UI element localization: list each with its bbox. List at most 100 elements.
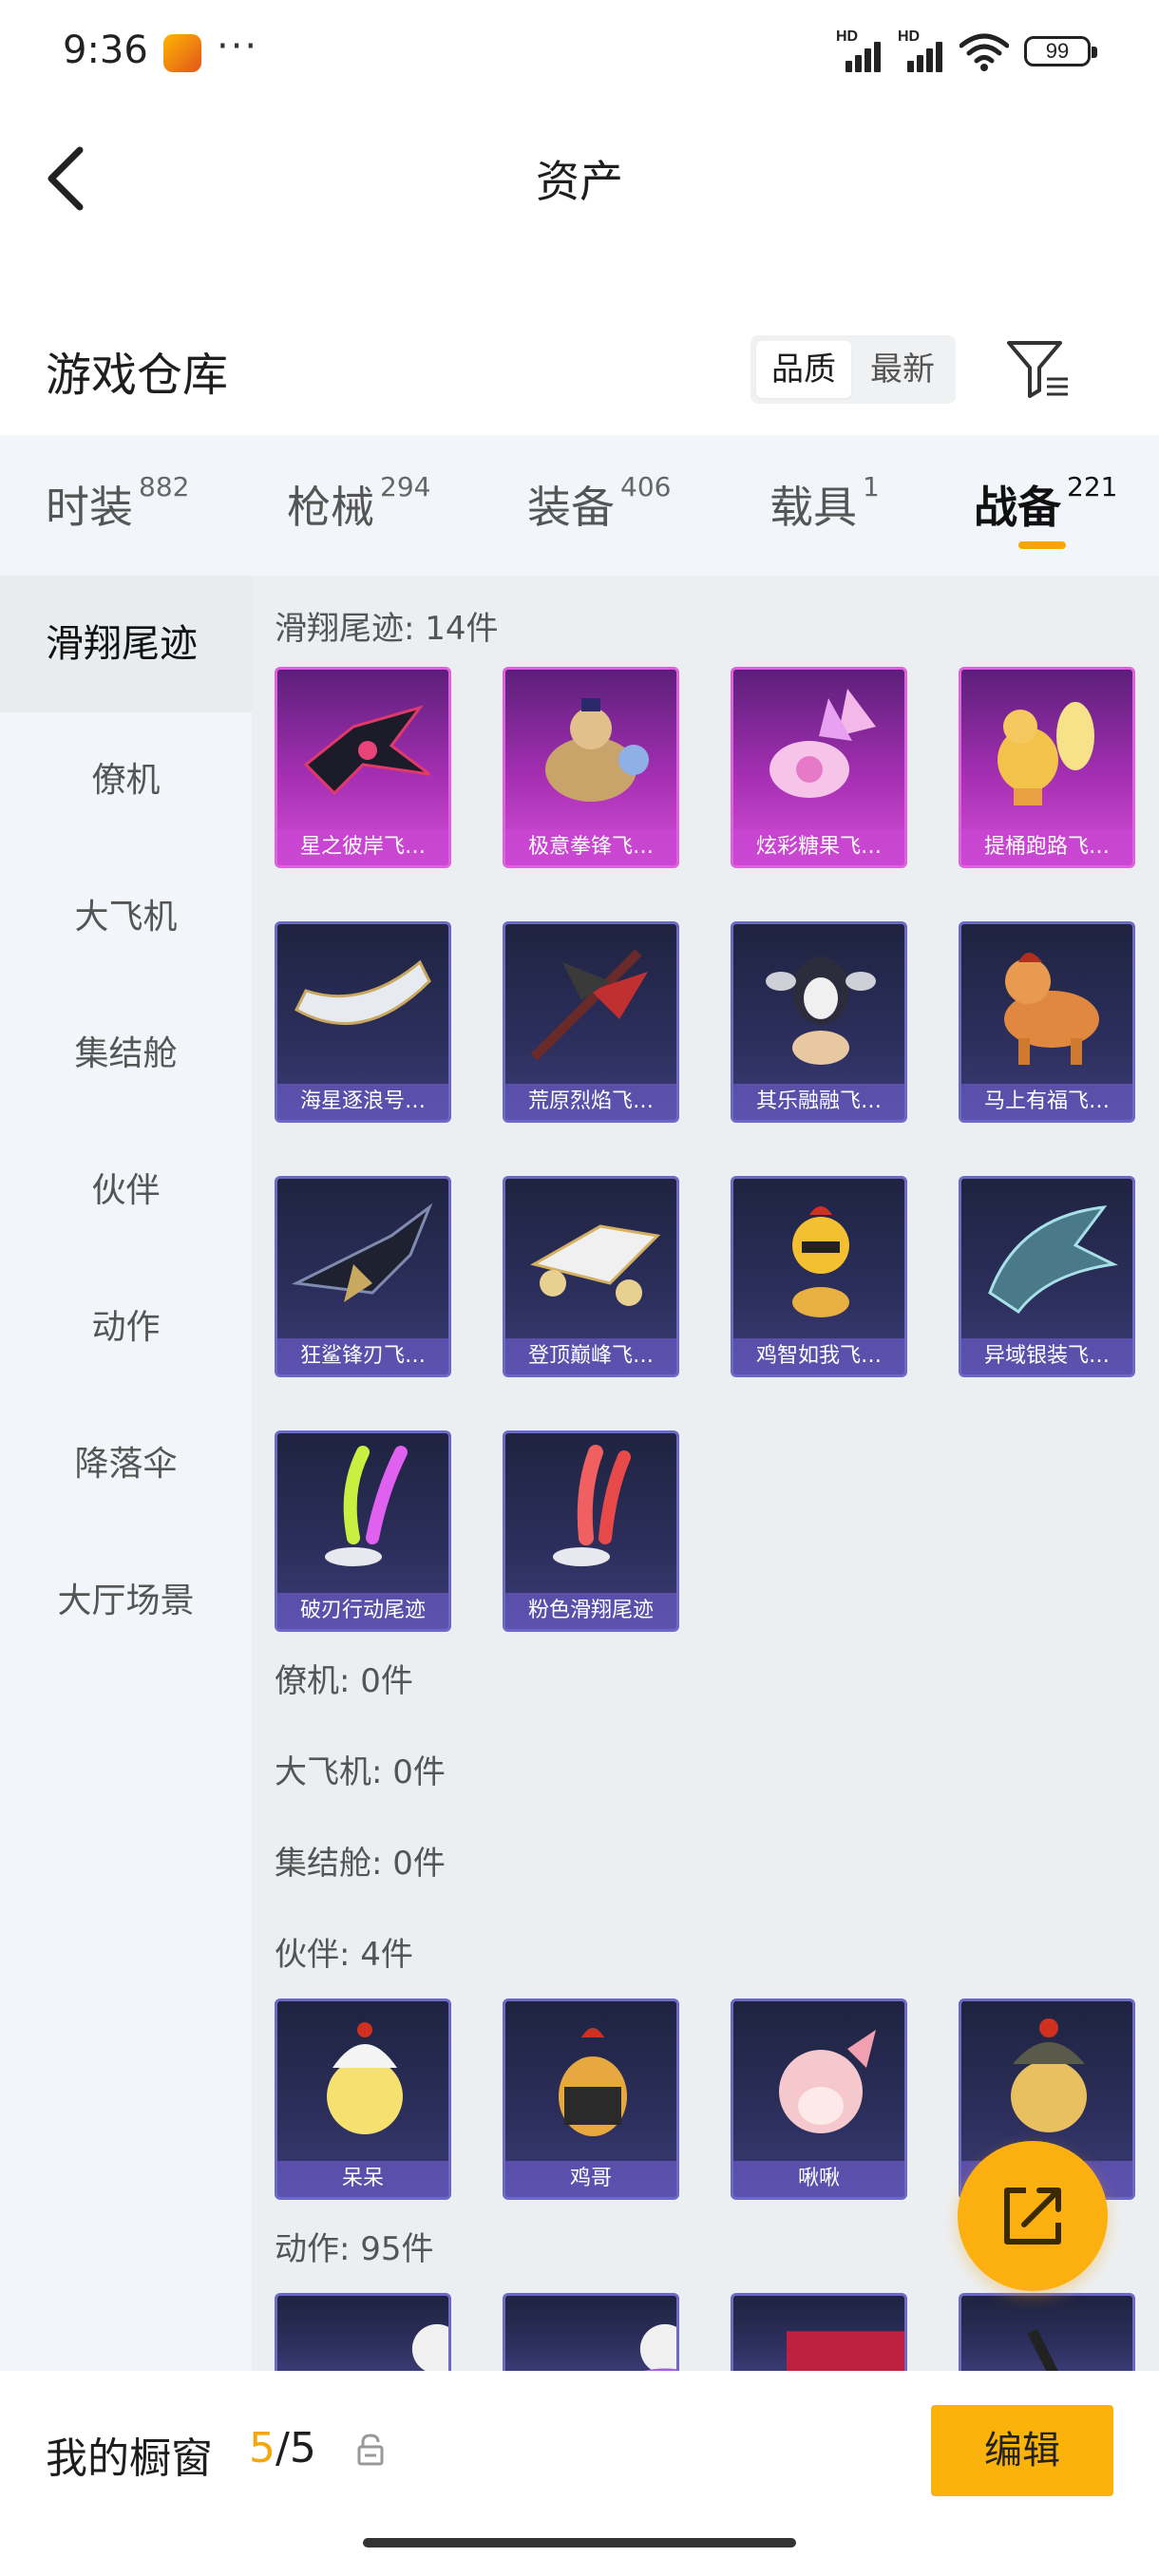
item-card[interactable]: 异域银装飞… [959,1176,1135,1377]
group-title-partner: 伙伴: 4件 [275,1936,413,1974]
item-card[interactable]: 其乐融融飞… [731,921,907,1123]
lock-icon [357,2434,384,2466]
item-card[interactable] [275,2293,451,2371]
home-indicator[interactable] [363,2538,796,2548]
glide-trail-thumbnail [325,1446,408,1566]
tab-vehicles[interactable]: 载具 1 [770,471,880,540]
sidebar-item-glide-trail[interactable]: 滑翔尾迹 [0,576,252,712]
item-card[interactable]: 粉色滑翔尾迹 [503,1430,679,1632]
sidebar-item-assembly-pod[interactable]: 集结舱 [0,986,252,1123]
signal-icon-1: HD [836,28,885,72]
partner-thumbnail [1011,2018,1087,2132]
item-card[interactable] [503,2293,679,2371]
group-title-big-plane: 大飞机: 0件 [275,1753,446,1791]
item-name: 马上有福飞… [961,1084,1132,1120]
tab-count: 406 [620,471,672,502]
glide-trail-thumbnail [530,1224,661,1306]
item-name: 呆呆 [277,2161,448,2197]
group-title-glide-trail: 滑翔尾迹: 14件 [275,610,499,648]
item-name: 其乐融融飞… [733,1084,904,1120]
tab-count: 1 [863,471,880,502]
status-bar: 9:36 ··· HD HD 99 [0,0,1159,104]
tab-label: 战备 [974,482,1061,533]
item-card[interactable]: 炫彩糖果飞… [731,667,907,868]
partner-thumbnail [327,2022,403,2134]
sidebar-item-parachute[interactable]: 降落伞 [0,1396,252,1533]
item-name: 狂鲨锋刃飞… [277,1338,448,1374]
glide-trail-thumbnail [766,957,876,1065]
item-card[interactable] [731,2293,907,2371]
item-name: 鸡智如我飞… [733,1338,904,1374]
page-title: 资产 [536,156,623,207]
tab-count: 221 [1067,471,1118,502]
app-notification-icon [163,34,201,72]
action-thumbnail [639,2323,676,2371]
filter-button[interactable] [1005,337,1072,400]
item-card[interactable]: 星之彼岸飞… [275,667,451,868]
sort-toggle: 品质 最新 [750,335,956,404]
showcase-count: 5/5 [249,2424,316,2472]
battery-icon: 99 [1024,36,1097,66]
item-card[interactable]: 登顶巅峰飞… [503,1176,679,1377]
item-card[interactable]: 破刃行动尾迹 [275,1430,451,1632]
item-card[interactable]: 呆呆 [275,1998,451,2200]
sort-by-quality[interactable]: 品质 [756,341,851,398]
glide-trail-thumbnail [792,1206,849,1317]
item-name: 鸡哥 [505,2161,676,2197]
sidebar-item-partner[interactable]: 伙伴 [0,1123,252,1260]
item-card[interactable] [959,2293,1135,2371]
item-name: 破刃行动尾迹 [277,1593,448,1629]
signal-icon-2: HD [898,28,947,72]
more-notifications-icon: ··· [217,25,259,68]
sort-by-newest[interactable]: 最新 [855,341,950,398]
partner-thumbnail [559,2028,627,2136]
glide-trail-thumbnail [770,689,876,798]
sidebar-item-action[interactable]: 动作 [0,1260,252,1396]
sidebar-item-lobby-scene[interactable]: 大厅场景 [0,1533,252,1670]
action-thumbnail [786,2331,904,2371]
glide-trail-thumbnail [545,698,649,802]
share-button[interactable] [958,2141,1108,2291]
item-card[interactable]: 啾啾 [731,1998,907,2200]
category-tabs: 时装 882 枪械 294 装备 406 载具 1 战备 221 [0,435,1159,576]
item-grid-area[interactable]: 滑翔尾迹: 14件 星之彼岸飞… 极意拳锋飞… 炫彩糖果飞… 提桶跑路飞… 海星… [252,576,1159,2371]
sidebar-item-big-plane[interactable]: 大飞机 [0,849,252,986]
group-title-assembly-pod: 集结舱: 0件 [275,1845,446,1883]
glide-trail-thumbnail [291,1203,433,1302]
tab-combat-gear[interactable]: 战备 221 [974,471,1118,540]
item-name: 炫彩糖果飞… [733,829,904,865]
item-name: 提桶跑路飞… [961,829,1132,865]
tab-fashion[interactable]: 时装 882 [46,471,189,540]
tab-firearms[interactable]: 枪械 294 [287,471,430,540]
tab-label: 时装 [46,482,133,533]
item-name: 荒原烈焰飞… [505,1084,676,1120]
status-time: 9:36 [63,28,148,72]
tab-equipment[interactable]: 装备 406 [527,471,672,540]
item-name: 星之彼岸飞… [277,829,448,865]
sidebar-item-wingman[interactable]: 僚机 [0,712,252,849]
item-card[interactable]: 鸡哥 [503,1998,679,2200]
partner-thumbnail [779,2030,876,2133]
active-tab-indicator [1018,541,1066,549]
item-name: 啾啾 [733,2161,904,2197]
item-card[interactable]: 极意拳锋飞… [503,667,679,868]
group-title-wingman: 僚机: 0件 [275,1662,413,1700]
tab-label: 枪械 [287,482,374,533]
glide-trail-thumbnail [294,959,431,1025]
glide-trail-thumbnail [303,705,430,796]
item-card[interactable]: 马上有福飞… [959,921,1135,1123]
showcase-current: 5 [249,2424,276,2472]
group-title-action: 动作: 95件 [275,2230,434,2268]
item-card[interactable]: 鸡智如我飞… [731,1176,907,1377]
signal-hd-label: HD [836,28,859,45]
item-card[interactable]: 狂鲨锋刃飞… [275,1176,451,1377]
item-card[interactable]: 海星逐浪号… [275,921,451,1123]
item-card[interactable]: 荒原烈焰飞… [503,921,679,1123]
item-card[interactable]: 提桶跑路飞… [959,667,1135,868]
action-thumbnail [411,2323,448,2371]
tab-label: 载具 [770,482,857,533]
tab-label: 装备 [527,482,615,533]
edit-button[interactable]: 编辑 [931,2405,1113,2496]
glide-trail-thumbnail [998,702,1094,805]
item-name: 海星逐浪号… [277,1084,448,1120]
